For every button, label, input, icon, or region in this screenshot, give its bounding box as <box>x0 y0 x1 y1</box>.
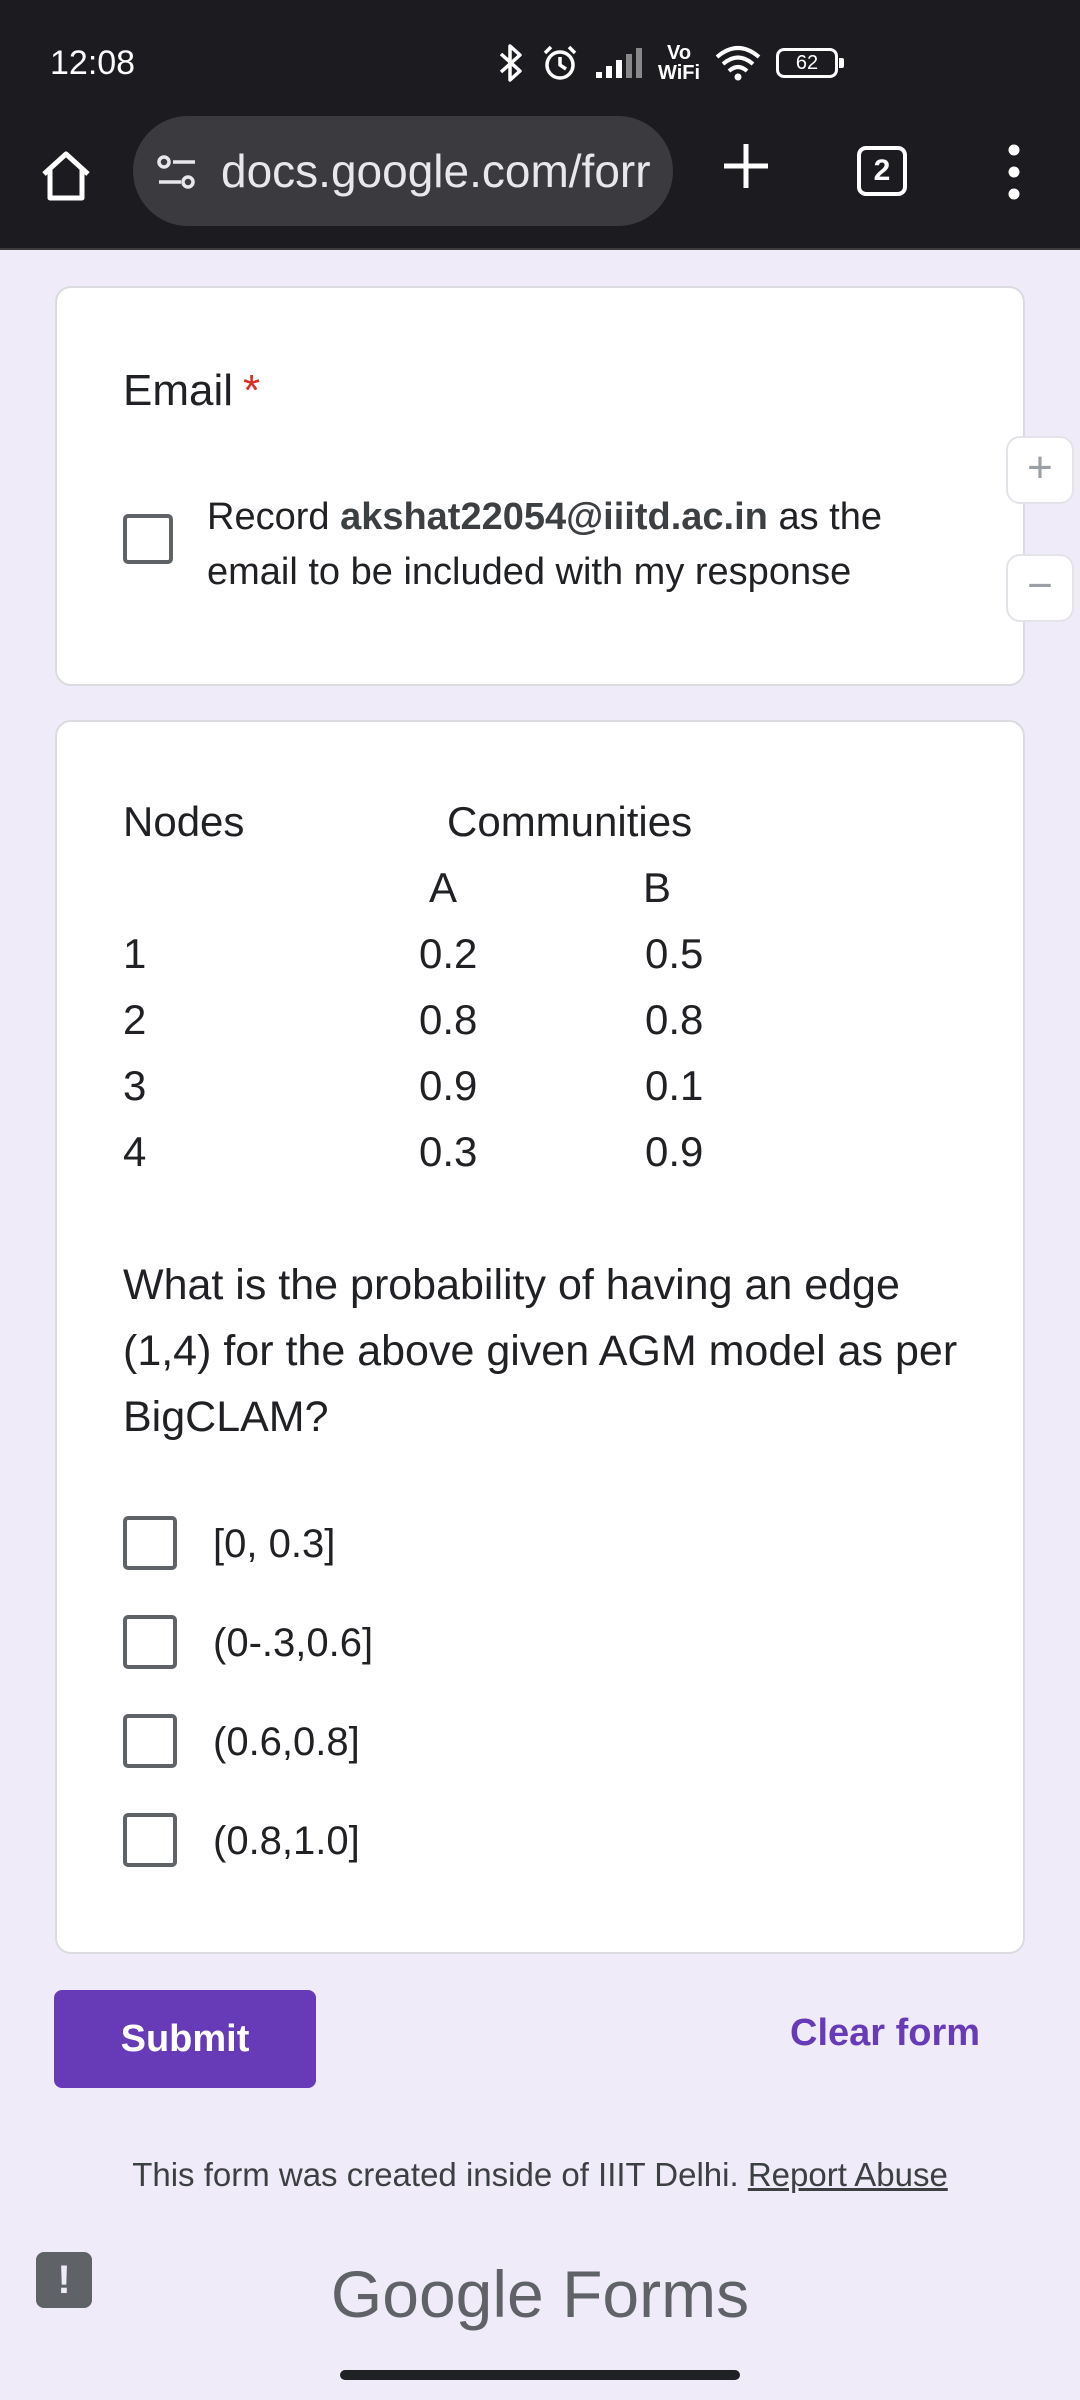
bluetooth-icon <box>499 44 522 82</box>
wifi-icon <box>715 46 761 81</box>
required-mark: * <box>243 366 261 415</box>
option-label[interactable]: (0.8,1.0] <box>213 1819 360 1864</box>
record-email-checkbox[interactable] <box>123 514 173 564</box>
option-row[interactable]: (0.8,1.0] <box>123 1813 923 1873</box>
table-cell-a: 0.8 <box>419 996 478 1043</box>
record-email-label[interactable]: Record akshat22054@iiitd.ac.in as the em… <box>207 490 967 600</box>
submit-button[interactable]: Submit <box>54 1990 316 2088</box>
option-checkbox[interactable] <box>123 1813 177 1867</box>
site-settings-icon[interactable] <box>155 150 199 194</box>
tabs-icon[interactable]: 2 <box>857 146 907 196</box>
table-header-nodes: Nodes <box>123 798 245 845</box>
question-text: What is the probability of having an edg… <box>123 1261 958 1441</box>
status-icons: Vo WiFi 62 <box>496 38 845 88</box>
table-cell-node: 3 <box>123 1062 147 1109</box>
more-vert-icon[interactable] <box>996 142 1032 202</box>
table-cell-a: 0.3 <box>419 1128 478 1175</box>
address-bar[interactable]: docs.google.com/forr <box>133 116 673 226</box>
table-cell-node: 4 <box>123 1128 147 1175</box>
table-cell-b: 0.5 <box>645 930 704 977</box>
table-header-b: B <box>643 864 672 911</box>
url-text[interactable]: docs.google.com/forr <box>221 144 661 198</box>
table-cell-a: 0.2 <box>419 930 478 977</box>
table-cell-b: 0.1 <box>645 1062 704 1109</box>
table-header-a: A <box>429 864 458 911</box>
home-icon[interactable] <box>36 146 96 206</box>
battery-icon: 62 <box>776 48 845 78</box>
option-label[interactable]: (0.6,0.8] <box>213 1720 360 1765</box>
table-cell-b: 0.8 <box>645 996 704 1043</box>
question-card: Nodes Communities A B 1 0.2 0.5 2 0.8 0.… <box>55 720 1025 1954</box>
option-row[interactable]: (0-.3,0.6] <box>123 1615 923 1675</box>
option-checkbox[interactable] <box>123 1516 177 1570</box>
option-row[interactable]: [0, 0.3] <box>123 1516 923 1576</box>
report-abuse-link[interactable]: Report Abuse <box>748 2156 948 2193</box>
plus-icon[interactable] <box>718 138 774 194</box>
home-indicator[interactable] <box>340 2370 740 2380</box>
option-checkbox[interactable] <box>123 1714 177 1768</box>
signal-icon <box>596 48 642 78</box>
email-card: Email * Record akshat22054@iiitd.ac.in as… <box>55 286 1025 686</box>
footer-note: This form was created inside of IIIT Del… <box>132 2156 948 2193</box>
email-address: akshat22054@iiitd.ac.in <box>340 496 768 538</box>
browser-toolbar: docs.google.com/forr 2 <box>0 116 1080 250</box>
alarm-icon <box>543 45 577 80</box>
zoom-in-button[interactable]: + <box>1006 436 1074 504</box>
email-title: Email * <box>123 366 261 415</box>
option-row[interactable]: (0.6,0.8] <box>123 1714 923 1774</box>
option-label[interactable]: (0-.3,0.6] <box>213 1621 373 1666</box>
status-time: 12:08 <box>50 44 136 82</box>
option-checkbox[interactable] <box>123 1615 177 1669</box>
table-header-communities: Communities <box>447 798 693 845</box>
table-cell-node: 2 <box>123 996 147 1043</box>
zoom-out-button[interactable]: − <box>1006 554 1074 622</box>
google-forms-logo: Google Forms <box>330 2257 750 2331</box>
table-cell-b: 0.9 <box>645 1128 704 1175</box>
table-cell-a: 0.9 <box>419 1062 478 1109</box>
option-label[interactable]: [0, 0.3] <box>213 1522 335 1567</box>
vowifi-icon: Vo WiFi <box>658 42 701 84</box>
status-bar: 12:08 Vo WiFi 62 <box>0 0 1080 116</box>
clear-form-button[interactable]: Clear form <box>790 2012 980 2055</box>
table-cell-node: 1 <box>123 930 147 977</box>
